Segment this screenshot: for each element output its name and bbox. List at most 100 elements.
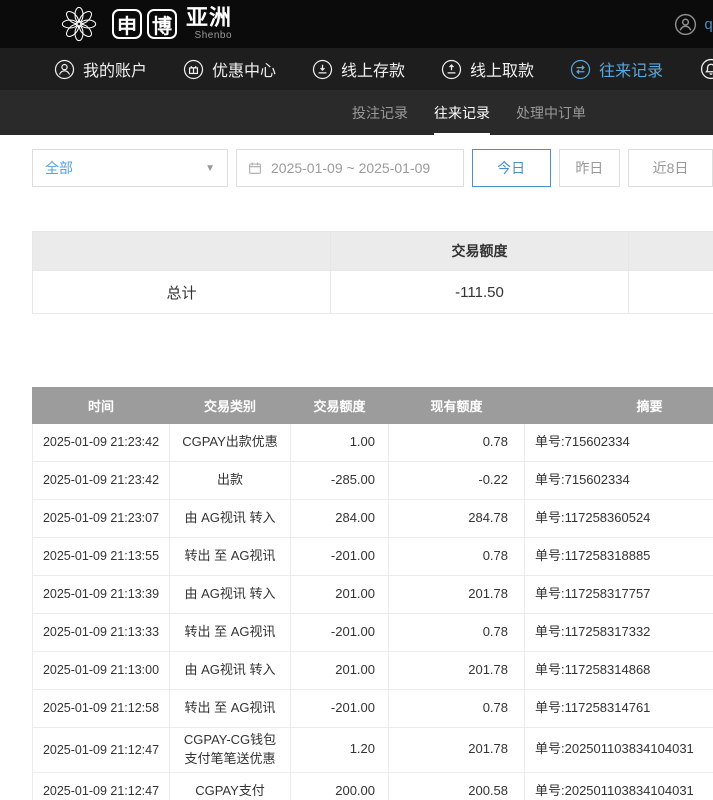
table-row: 2025-01-09 21:13:33 转出 至 AG视讯 -201.00 0.… xyxy=(33,614,713,652)
cell-time: 2025-01-09 21:23:42 xyxy=(33,462,170,500)
cell-time: 2025-01-09 21:12:47 xyxy=(33,728,170,773)
transactions-header-row: 时间 交易类别 交易额度 现有额度 摘要 xyxy=(33,388,713,424)
type-dropdown-value: 全部 xyxy=(45,158,73,178)
nav-label: 线上取款 xyxy=(470,57,534,81)
table-row: 2025-01-09 21:13:55 转出 至 AG视讯 -201.00 0.… xyxy=(33,538,713,576)
type-dropdown[interactable]: 全部 ▼ xyxy=(32,149,228,187)
summary-header-blank2 xyxy=(629,232,713,271)
cell-balance: 284.78 xyxy=(389,500,525,538)
logo-subtitle: Shenbo xyxy=(186,31,232,41)
account-area[interactable]: qh xyxy=(674,0,713,48)
cell-amount: 1.20 xyxy=(291,728,389,773)
promo-icon xyxy=(183,59,204,80)
nav-item-records[interactable]: 往来记录 xyxy=(570,57,663,81)
nav-label: 线上存款 xyxy=(341,57,405,81)
avatar-icon xyxy=(674,13,697,36)
summary-total-blank xyxy=(629,271,713,314)
summary-header-amount: 交易额度 xyxy=(331,232,629,271)
summary-total-value: -111.50 xyxy=(331,271,629,314)
table-row: 2025-01-09 21:13:39 由 AG视讯 转入 201.00 201… xyxy=(33,576,713,614)
tab-betting-records[interactable]: 投注记录 xyxy=(352,90,408,135)
cell-time: 2025-01-09 21:23:42 xyxy=(33,424,170,462)
nav-item-withdraw[interactable]: 线上取款 xyxy=(441,57,534,81)
cell-time: 2025-01-09 21:13:39 xyxy=(33,576,170,614)
main-nav: 我的账户 优惠中心 线上存款 线上取款 往来记录 xyxy=(0,48,713,90)
tab-transaction-records[interactable]: 往来记录 xyxy=(434,90,490,135)
col-header-balance: 现有额度 xyxy=(389,388,525,424)
cell-type: 由 AG视讯 转入 xyxy=(170,652,291,690)
yesterday-button[interactable]: 昨日 xyxy=(559,149,620,187)
cell-time: 2025-01-09 21:12:58 xyxy=(33,690,170,728)
table-row: 2025-01-09 21:23:42 出款 -285.00 -0.22 单号:… xyxy=(33,462,713,500)
filter-bar: 全部 ▼ 2025-01-09 ~ 2025-01-09 今日 昨日 近8日 xyxy=(0,135,713,187)
summary-header-row: 交易额度 xyxy=(33,232,713,271)
table-row: 2025-01-09 21:12:47 CGPAY-CG钱包支付笔笔送优惠 1.… xyxy=(33,728,713,773)
cell-balance: 201.78 xyxy=(389,576,525,614)
cell-amount: 284.00 xyxy=(291,500,389,538)
logo-char-shen: 申 xyxy=(112,9,142,39)
cell-balance: 201.78 xyxy=(389,652,525,690)
records-icon xyxy=(570,59,591,80)
cell-balance: 0.78 xyxy=(389,690,525,728)
cell-summary: 单号:117258314868 xyxy=(525,652,713,690)
cell-time: 2025-01-09 21:13:33 xyxy=(33,614,170,652)
summary-total-row: 总计 -111.50 xyxy=(33,271,713,314)
col-header-amount: 交易额度 xyxy=(291,388,389,424)
cell-balance: 201.78 xyxy=(389,728,525,773)
cell-time: 2025-01-09 21:12:47 xyxy=(33,772,170,800)
nav-item-deposit[interactable]: 线上存款 xyxy=(312,57,405,81)
nav-label: 往来记录 xyxy=(599,57,663,81)
cell-type: 转出 至 AG视讯 xyxy=(170,538,291,576)
records-subnav: 投注记录 往来记录 处理中订单 xyxy=(0,90,713,135)
cell-balance: 200.58 xyxy=(389,772,525,800)
nav-label: 优惠中心 xyxy=(212,57,276,81)
bell-icon[interactable] xyxy=(700,58,713,80)
cell-amount: 201.00 xyxy=(291,576,389,614)
username-text: qh xyxy=(704,16,713,33)
cell-summary: 单号:117258318885 xyxy=(525,538,713,576)
cell-balance: 0.78 xyxy=(389,614,525,652)
date-range-value: 2025-01-09 ~ 2025-01-09 xyxy=(271,160,430,176)
today-button[interactable]: 今日 xyxy=(472,149,551,187)
col-header-time: 时间 xyxy=(33,388,170,424)
nav-item-my-account[interactable]: 我的账户 xyxy=(54,57,147,81)
summary-header-blank xyxy=(33,232,331,271)
cell-balance: 0.78 xyxy=(389,424,525,462)
cell-time: 2025-01-09 21:23:07 xyxy=(33,500,170,538)
last-8-days-button[interactable]: 近8日 xyxy=(628,149,713,187)
date-range-input[interactable]: 2025-01-09 ~ 2025-01-09 xyxy=(236,149,464,187)
cell-summary: 单号:202501103834104031 xyxy=(525,772,713,800)
nav-item-promotions[interactable]: 优惠中心 xyxy=(183,57,276,81)
cell-amount: -201.00 xyxy=(291,614,389,652)
withdraw-icon xyxy=(441,59,462,80)
cell-amount: -201.00 xyxy=(291,538,389,576)
cell-type: 转出 至 AG视讯 xyxy=(170,614,291,652)
transactions-table: 时间 交易类别 交易额度 现有额度 摘要 2025-01-09 21:23:42… xyxy=(32,387,713,800)
calendar-icon xyxy=(247,160,263,176)
cell-type: 由 AG视讯 转入 xyxy=(170,500,291,538)
cell-summary: 单号:117258317332 xyxy=(525,614,713,652)
cell-summary: 单号:715602334 xyxy=(525,462,713,500)
cell-type: 出款 xyxy=(170,462,291,500)
cell-time: 2025-01-09 21:13:00 xyxy=(33,652,170,690)
logo-char-bo: 博 xyxy=(147,9,177,39)
nav-label: 我的账户 xyxy=(83,57,147,81)
cell-summary: 单号:117258360524 xyxy=(525,500,713,538)
top-header: 申 博 亚洲 Shenbo qh xyxy=(0,0,713,48)
cell-amount: 1.00 xyxy=(291,424,389,462)
summary-table: 交易额度 总计 -111.50 xyxy=(32,231,713,314)
cell-type: 由 AG视讯 转入 xyxy=(170,576,291,614)
logo-region-text: 亚洲 xyxy=(186,7,232,29)
summary-total-label: 总计 xyxy=(33,271,331,314)
table-row: 2025-01-09 21:23:07 由 AG视讯 转入 284.00 284… xyxy=(33,500,713,538)
cell-type: CGPAY-CG钱包支付笔笔送优惠 xyxy=(170,728,291,773)
transactions-tbody: 2025-01-09 21:23:42 CGPAY出款优惠 1.00 0.78 … xyxy=(33,424,713,800)
brand-flower-icon xyxy=(54,3,104,45)
table-row: 2025-01-09 21:13:00 由 AG视讯 转入 201.00 201… xyxy=(33,652,713,690)
cell-balance: 0.78 xyxy=(389,538,525,576)
cell-amount: 200.00 xyxy=(291,772,389,800)
table-row: 2025-01-09 21:12:47 CGPAY支付 200.00 200.5… xyxy=(33,772,713,800)
cell-time: 2025-01-09 21:13:55 xyxy=(33,538,170,576)
user-icon xyxy=(54,59,75,80)
tab-processing-orders[interactable]: 处理中订单 xyxy=(516,90,586,135)
